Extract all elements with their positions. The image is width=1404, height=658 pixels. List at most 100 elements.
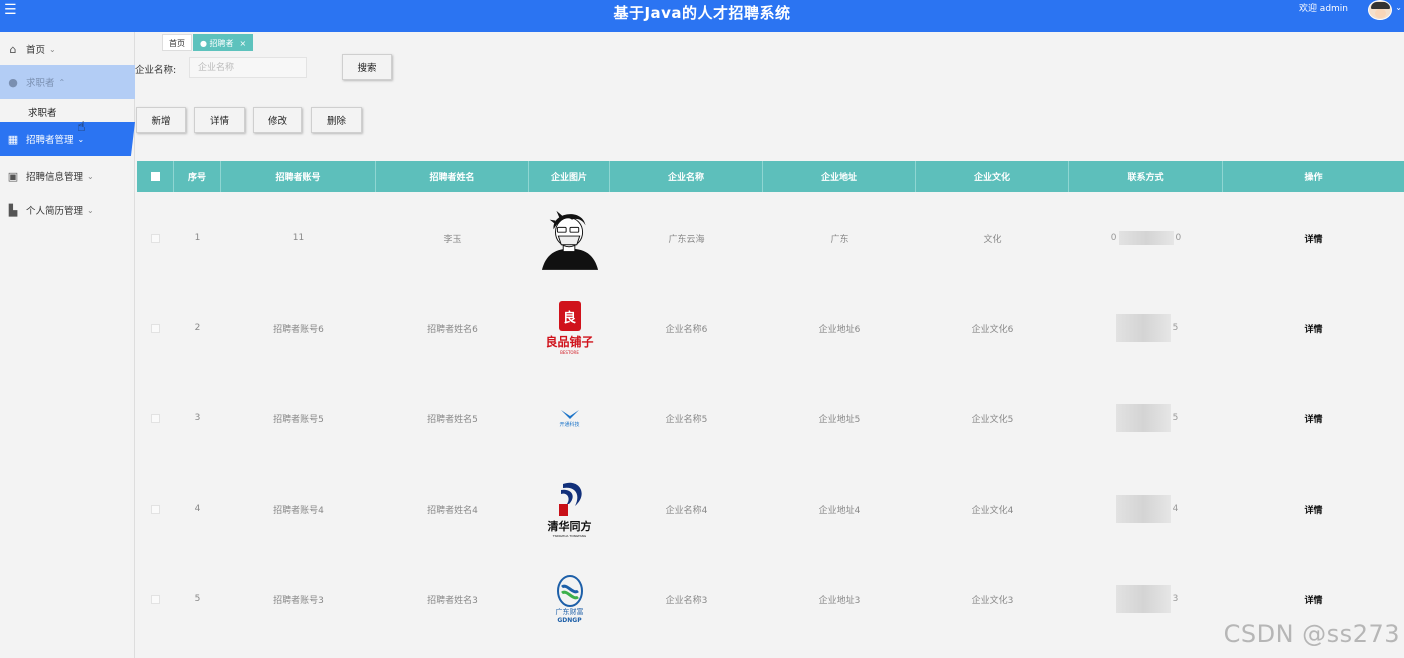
watermark: CSDN @ss273 (1223, 620, 1400, 648)
row-checkbox[interactable] (151, 233, 160, 243)
sidebar-item-jobseeker[interactable]: ● 求职者 ⌃ (0, 65, 135, 99)
home-icon: ⌂ (9, 42, 17, 56)
company-image: 广东财富 GDNGP (540, 566, 600, 632)
recruiter-account: 招聘者账号6 (273, 324, 324, 335)
close-icon[interactable]: × (240, 39, 247, 48)
company-name: 企业名称6 (665, 324, 708, 335)
row-detail-link[interactable]: 详情 (1304, 503, 1322, 516)
column-header: 企业名称 (610, 161, 763, 192)
company-address: 广东 (830, 234, 849, 245)
chevron-down-icon: ⌄ (87, 171, 94, 181)
column-header: 联系方式 (1069, 161, 1223, 192)
contact-phone: 3 (1114, 585, 1178, 613)
company-culture: 企业文化3 (971, 595, 1014, 606)
row-detail-link[interactable]: 详情 (1304, 412, 1322, 425)
company-name: 广东云海 (668, 234, 705, 245)
recruiter-account: 招聘者账号4 (273, 505, 324, 516)
welcome-text: 欢迎 admin (1298, 4, 1348, 14)
table-row: 4 招聘者账号4 招聘者姓名4 清华同方 TSINGHUA TONGFANG 企… (137, 464, 1404, 554)
row-index: 3 (194, 413, 201, 423)
sidebar-item-job-info-management[interactable]: ▣ 招聘信息管理 ⌄ (0, 159, 135, 193)
sidebar-item-home[interactable]: ⌂ 首页 ⌄ (0, 32, 135, 66)
redacted-blur (1115, 495, 1171, 523)
company-address: 企业地址6 (818, 324, 861, 335)
chevron-down-icon: ⌄ (77, 134, 85, 144)
table-row: 2 招聘者账号6 招聘者姓名6 良 良品铺子 BESTORE 企业名称6 企业地… (137, 283, 1404, 373)
search-button[interactable]: 搜索 (342, 54, 392, 80)
table-row: 1 11 李玉 广东云海 广东 文化 00 详情 (137, 193, 1404, 283)
company-image: 良 良品铺子 BESTORE (540, 295, 600, 361)
row-detail-link[interactable]: 详情 (1304, 232, 1322, 245)
row-detail-link[interactable]: 详情 (1304, 593, 1322, 606)
company-image (540, 205, 600, 271)
row-index: 2 (194, 323, 201, 333)
column-header: 企业地址 (763, 161, 916, 192)
chart-icon: ▙ (8, 203, 18, 217)
company-image: 开通科技 (540, 385, 600, 451)
tsinghua-tongfang-logo-icon (558, 482, 582, 516)
tab-recruiter[interactable]: ● 招聘者 × (193, 34, 254, 51)
company-address: 企业地址5 (818, 414, 861, 425)
company-image: 清华同方 TSINGHUA TONGFANG (540, 476, 600, 542)
cartoon-avatar-icon (541, 210, 598, 270)
avatar[interactable] (1368, 0, 1392, 20)
chevron-down-icon: ⌄ (49, 44, 56, 54)
redacted-blur (1115, 314, 1171, 342)
chevron-down-icon: ⌄ (87, 205, 94, 215)
redacted-blur (1115, 404, 1171, 432)
company-address: 企业地址3 (818, 595, 861, 606)
tab-bar: 首页 ● 招聘者 × (162, 34, 254, 51)
column-header: 序号 (174, 161, 221, 192)
contact-phone: 5 (1114, 404, 1178, 432)
row-index: 1 (194, 233, 201, 243)
column-header: 企业文化 (916, 161, 1069, 192)
edit-button[interactable]: 修改 (253, 107, 302, 133)
guangdong-logo-icon (556, 574, 583, 607)
chevron-up-icon: ⌃ (58, 77, 66, 87)
recruiter-account: 招聘者账号5 (273, 414, 324, 425)
company-culture: 文化 (983, 234, 1002, 245)
company-name: 企业名称3 (665, 595, 708, 606)
recruiter-account: 11 (292, 233, 305, 243)
row-checkbox[interactable] (151, 504, 160, 514)
row-index: 5 (194, 594, 201, 604)
column-header: 企业图片 (529, 161, 610, 192)
row-checkbox[interactable] (151, 413, 160, 423)
table-header: 序号 招聘者账号 招聘者姓名 企业图片 企业名称 企业地址 企业文化 联系方式 … (137, 161, 1404, 192)
contact-phone: 5 (1114, 314, 1178, 342)
recruiter-name: 李玉 (443, 234, 462, 245)
app-title: 基于Java的人才招聘系统 (613, 4, 791, 22)
recruiter-account: 招聘者账号3 (273, 595, 324, 606)
company-culture: 企业文化5 (971, 414, 1014, 425)
search-label: 企业名称: (135, 65, 177, 76)
row-checkbox[interactable] (151, 323, 160, 333)
delete-button[interactable]: 删除 (311, 107, 362, 133)
contact-phone: 00 (1110, 231, 1182, 245)
sidebar-item-recruiter-management[interactable]: ▦ 招聘者管理 ⌄ (0, 122, 135, 156)
chevron-down-icon[interactable]: ⌄ (1395, 3, 1402, 12)
sidebar-item-resume-management[interactable]: ▙ 个人简历管理 ⌄ (0, 193, 135, 227)
select-all-checkbox[interactable] (150, 172, 160, 181)
grid-icon: ▦ (7, 132, 19, 146)
company-name-search-input[interactable] (189, 57, 307, 78)
company-culture: 企业文化4 (971, 505, 1014, 516)
column-header: 招聘者账号 (221, 161, 376, 192)
company-name: 企业名称4 (665, 505, 708, 516)
company-name: 企业名称5 (665, 414, 708, 425)
document-icon: ▣ (7, 169, 19, 183)
company-culture: 企业文化6 (971, 324, 1014, 335)
add-button[interactable]: 新增 (136, 107, 186, 133)
table-row: 3 招聘者账号5 招聘者姓名5 开通科技 企业名称5 企业地址5 企业文化5 5… (137, 373, 1404, 463)
redacted-blur (1115, 585, 1171, 613)
sidebar-subitem-jobseeker[interactable]: 求职者 (28, 105, 57, 119)
pointer-cursor-icon: ☝ (77, 119, 86, 135)
redacted-blur (1118, 231, 1174, 245)
liangpin-logo-icon: 良 (558, 301, 581, 331)
recruiter-name: 招聘者姓名6 (427, 324, 478, 335)
column-header: 操作 (1304, 173, 1323, 183)
row-checkbox[interactable] (151, 594, 160, 604)
contact-phone: 4 (1114, 495, 1178, 523)
tab-home[interactable]: 首页 (162, 34, 192, 51)
row-detail-link[interactable]: 详情 (1304, 322, 1322, 335)
detail-button[interactable]: 详情 (194, 107, 245, 133)
